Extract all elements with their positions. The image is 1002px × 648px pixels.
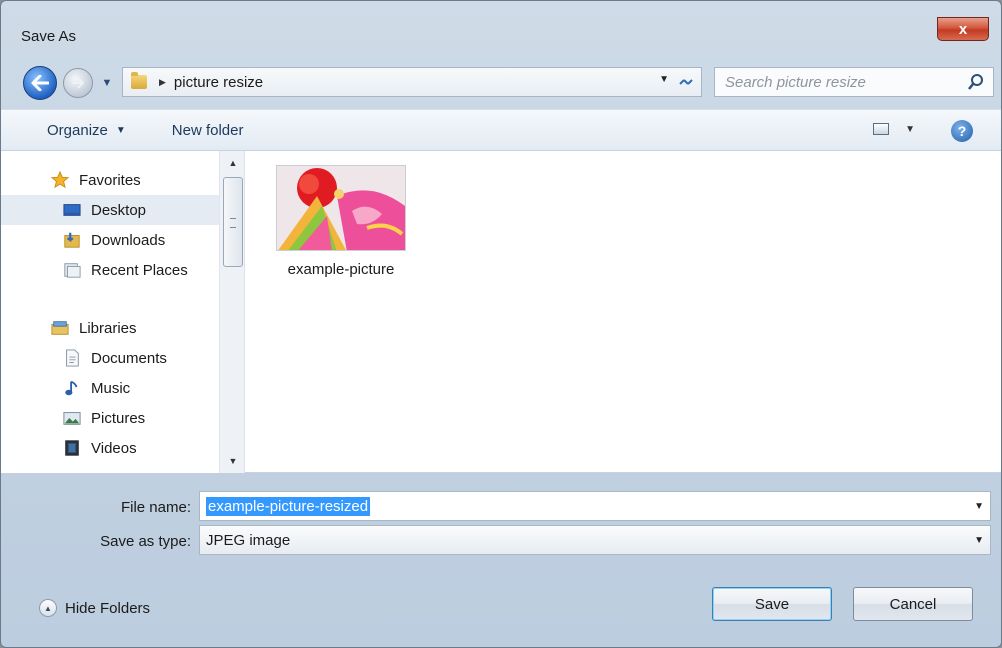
nav-label: Downloads xyxy=(91,231,166,249)
close-icon: x xyxy=(958,20,968,38)
image-thumbnail xyxy=(276,165,406,251)
sidebar-item-documents[interactable]: Documents xyxy=(1,343,219,373)
organize-label: Organize xyxy=(47,121,108,139)
new-folder-button[interactable]: New folder xyxy=(172,122,244,139)
nav-group-libraries[interactable]: Libraries xyxy=(1,313,219,343)
chevron-down-icon: ▼ xyxy=(905,123,915,135)
dialog-title: Save As xyxy=(21,28,77,45)
navigation-scrollbar[interactable]: ▲ ▼ xyxy=(219,151,245,473)
libraries-icon xyxy=(51,321,69,335)
address-dropdown-icon[interactable]: ▼ xyxy=(659,74,669,85)
nav-label: Desktop xyxy=(91,201,147,219)
sidebar-item-pictures[interactable]: Pictures xyxy=(1,403,219,433)
sidebar-item-recent-places[interactable]: Recent Places xyxy=(1,255,219,285)
recent-places-icon xyxy=(64,263,81,278)
save-type-select[interactable]: JPEG image ▼ xyxy=(199,525,991,555)
address-bar[interactable]: ▶ picture resize ▼ xyxy=(122,67,702,97)
folder-icon xyxy=(131,72,147,89)
search-input[interactable] xyxy=(725,73,965,91)
nav-label: Music xyxy=(91,379,131,397)
hide-folders-button[interactable]: ▲ Hide Folders xyxy=(39,599,150,617)
cancel-button[interactable]: Cancel xyxy=(853,587,973,621)
main-area: Favorites Desktop Downloads Recent Place… xyxy=(1,151,1001,473)
nav-label: Favorites xyxy=(79,171,141,189)
arrow-right-icon xyxy=(72,77,85,89)
file-list: example-picture xyxy=(245,151,1001,473)
close-button[interactable]: x xyxy=(937,17,989,41)
help-icon: ? xyxy=(957,123,967,139)
sidebar-item-videos[interactable]: Videos xyxy=(1,433,219,463)
help-button[interactable]: ? xyxy=(951,120,973,142)
nav-label: Pictures xyxy=(91,409,146,427)
file-name-field[interactable]: example-picture-resized ▼ xyxy=(199,491,991,521)
save-type-label: Save as type: xyxy=(100,533,191,550)
search-icon[interactable] xyxy=(967,73,985,91)
chevron-down-icon[interactable]: ▼ xyxy=(974,535,984,546)
save-button[interactable]: Save xyxy=(712,587,832,621)
nav-group-favorites[interactable]: Favorites xyxy=(1,165,219,195)
nav-label: Libraries xyxy=(79,319,137,337)
sidebar-item-desktop[interactable]: Desktop xyxy=(1,195,219,225)
pictures-icon xyxy=(63,412,81,425)
file-name-label: example-picture xyxy=(287,261,395,278)
grip-icon xyxy=(230,218,236,228)
sidebar-item-music[interactable]: Music xyxy=(1,373,219,403)
forward-button[interactable] xyxy=(63,68,93,98)
change-view-button[interactable]: ▼ xyxy=(873,123,915,135)
save-as-dialog: Save As x ▼ ▶ picture resize ▼ Search pi… xyxy=(0,0,1002,648)
organize-button[interactable]: Organize ▼ xyxy=(47,122,126,139)
breadcrumb-picture-resize[interactable]: picture resize xyxy=(174,74,263,91)
documents-icon xyxy=(66,349,79,367)
scroll-down-icon[interactable]: ▼ xyxy=(220,451,246,471)
recent-pages-button[interactable]: ▼ xyxy=(99,75,115,91)
file-item[interactable]: example-picture xyxy=(275,165,407,278)
refresh-icon[interactable] xyxy=(675,71,697,93)
file-name-label: File name: xyxy=(120,499,191,516)
back-button[interactable] xyxy=(23,66,57,100)
search-box[interactable] xyxy=(714,67,994,97)
file-name-input-value[interactable]: example-picture-resized xyxy=(206,496,371,516)
chevron-down-icon: ▼ xyxy=(115,124,126,136)
save-form: File name: example-picture-resized ▼ Sav… xyxy=(1,473,1001,647)
breadcrumb-arrow-icon[interactable]: ▶ xyxy=(159,77,166,88)
chevron-down-icon[interactable]: ▼ xyxy=(974,501,984,512)
chevron-up-icon: ▲ xyxy=(39,599,57,617)
music-icon xyxy=(65,380,78,396)
nav-label: Documents xyxy=(91,349,167,367)
view-icon xyxy=(873,123,890,135)
sidebar-item-downloads[interactable]: Downloads xyxy=(1,225,219,255)
title-bar[interactable]: Save As x xyxy=(1,1,1001,61)
save-type-value: JPEG image xyxy=(206,531,291,549)
nav-label: Videos xyxy=(91,439,137,457)
videos-icon xyxy=(65,440,79,456)
hide-folders-label: Hide Folders xyxy=(65,599,151,617)
desktop-icon xyxy=(63,204,81,216)
arrow-left-icon xyxy=(31,75,49,91)
scroll-up-icon[interactable]: ▲ xyxy=(220,153,246,173)
toolbar: Organize ▼ New folder ▼ ? xyxy=(1,109,1001,151)
scroll-thumb[interactable] xyxy=(223,177,243,267)
nav-label: Recent Places xyxy=(91,261,188,279)
navigation-pane: Favorites Desktop Downloads Recent Place… xyxy=(1,151,219,473)
star-icon xyxy=(51,171,69,189)
navigation-row: ▼ ▶ picture resize ▼ xyxy=(1,63,1001,101)
chevron-down-icon: ▼ xyxy=(101,77,113,89)
downloads-icon xyxy=(64,232,80,248)
